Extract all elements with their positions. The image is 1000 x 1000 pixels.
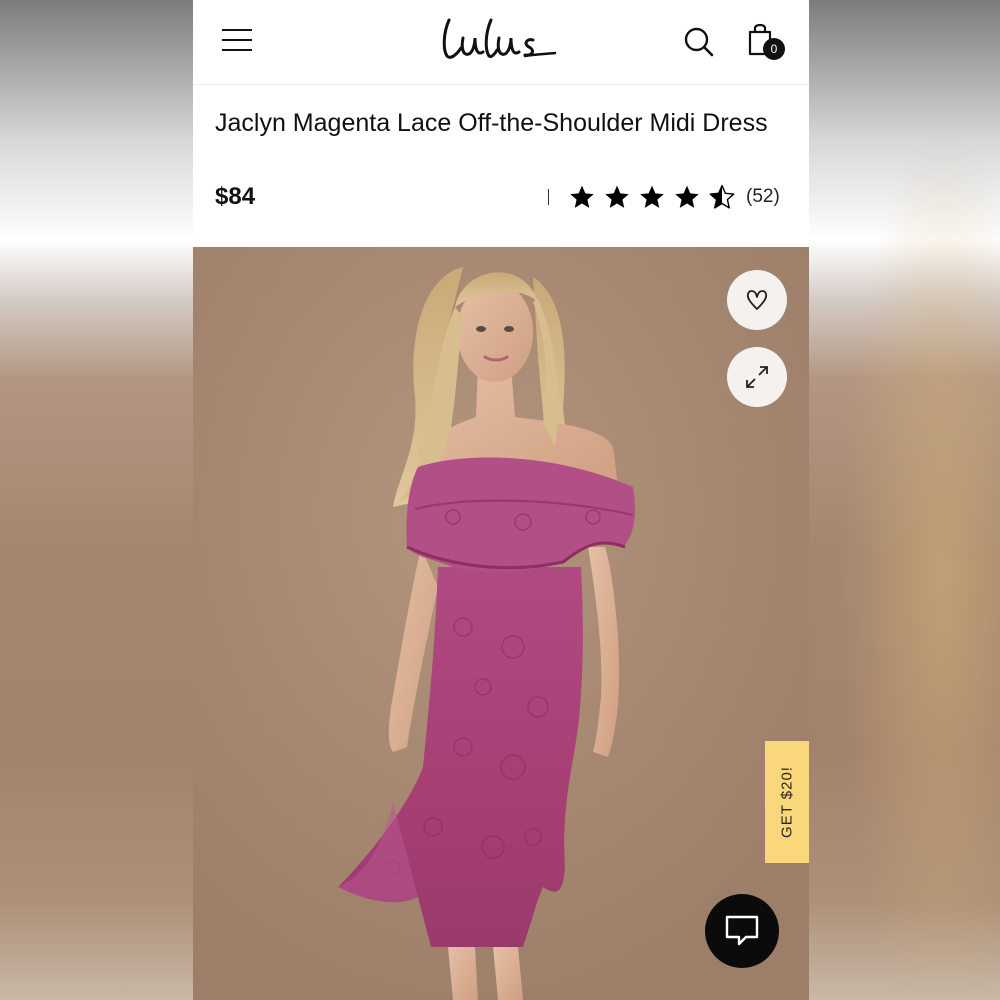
chat-icon — [725, 915, 759, 946]
product-photo[interactable]: GET $20! — [193, 247, 809, 1000]
rating-divider — [548, 189, 549, 205]
menu-icon[interactable] — [222, 28, 252, 52]
star-filled-icon — [675, 185, 699, 208]
chat-button[interactable] — [705, 894, 779, 968]
search-icon[interactable] — [683, 26, 715, 58]
product-page: 0 Jaclyn Magenta Lace Off-the-Shoulder M… — [193, 0, 809, 1000]
top-nav-bar: 0 — [193, 0, 809, 85]
product-title: Jaclyn Magenta Lace Off-the-Shoulder Mid… — [215, 109, 768, 137]
fullscreen-button[interactable] — [727, 347, 787, 407]
star-half-icon — [709, 184, 735, 209]
lulus-logo[interactable] — [441, 14, 559, 64]
star-filled-icon — [570, 185, 594, 208]
heart-icon — [746, 290, 768, 310]
review-count[interactable]: (52) — [746, 186, 780, 208]
expand-icon — [746, 366, 768, 388]
model-illustration — [193, 247, 809, 1000]
cart-count-badge[interactable]: 0 — [763, 38, 785, 60]
backdrop-glow — [810, 0, 1000, 1000]
promo-tab[interactable]: GET $20! — [765, 741, 809, 863]
star-filled-icon — [640, 185, 664, 208]
product-price: $84 — [215, 183, 256, 210]
wishlist-button[interactable] — [727, 270, 787, 330]
product-rating[interactable]: (52) — [548, 180, 780, 214]
star-filled-icon — [605, 185, 629, 208]
promo-label: GET $20! — [778, 766, 796, 838]
